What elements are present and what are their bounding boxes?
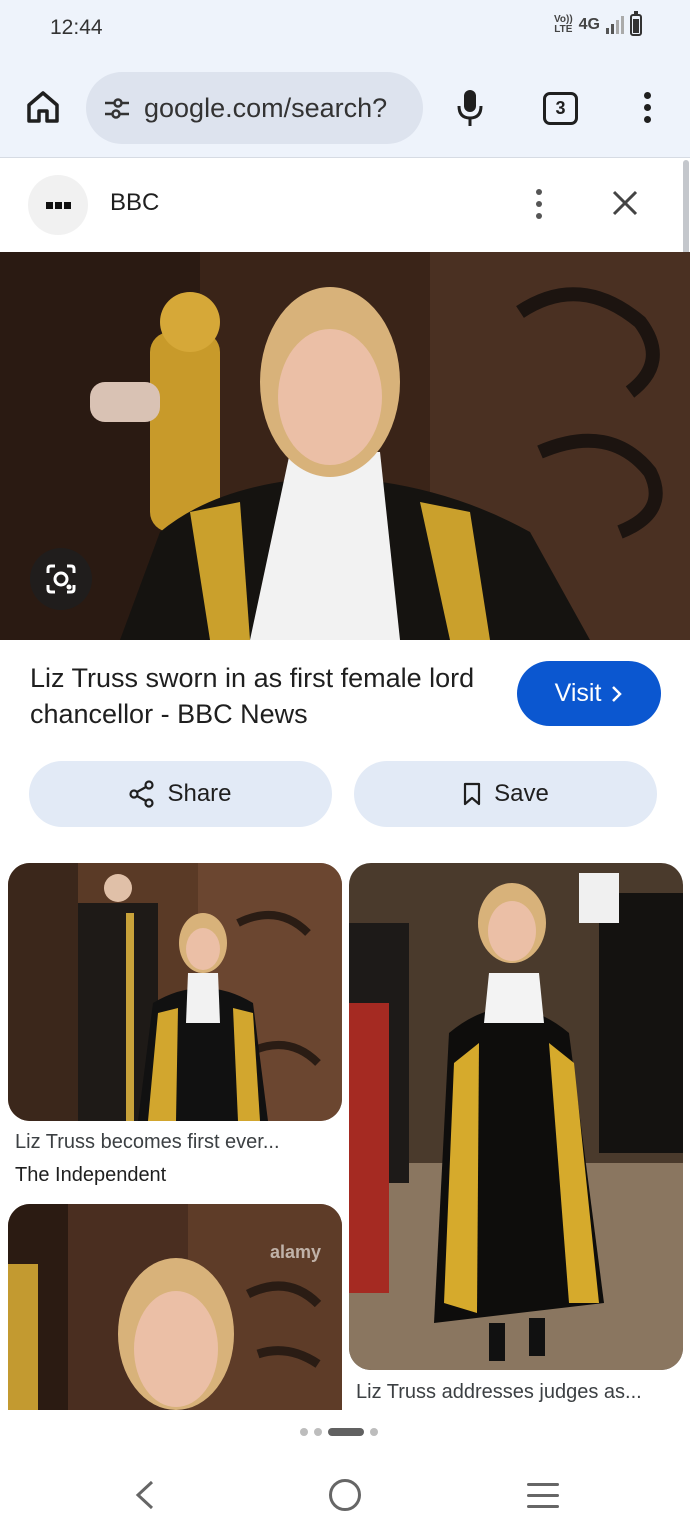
url-text[interactable]: google.com/search? bbox=[144, 93, 387, 124]
status-time: 12:44 bbox=[50, 16, 103, 39]
related-image-3[interactable]: alamy bbox=[8, 1204, 342, 1410]
mic-icon[interactable] bbox=[455, 88, 485, 128]
result-title[interactable]: Liz Truss sworn in as first female lord … bbox=[30, 660, 480, 732]
back-icon[interactable] bbox=[130, 1478, 160, 1512]
carousel-dots bbox=[300, 1428, 378, 1436]
related-source-1: The Independent bbox=[15, 1164, 167, 1186]
save-label: Save bbox=[494, 780, 549, 807]
share-button[interactable]: Share bbox=[29, 761, 332, 827]
home-icon[interactable] bbox=[26, 90, 60, 124]
related-caption-2[interactable]: Liz Truss addresses judges as... bbox=[356, 1381, 642, 1404]
system-nav-bar bbox=[0, 1458, 690, 1533]
related-image-1[interactable] bbox=[8, 863, 342, 1121]
battery-icon bbox=[630, 11, 642, 36]
watermark-text: alamy bbox=[270, 1242, 321, 1262]
save-button[interactable]: Save bbox=[354, 761, 657, 827]
related-caption-1[interactable]: Liz Truss becomes first ever... bbox=[15, 1131, 280, 1154]
recent-apps-icon[interactable] bbox=[527, 1483, 559, 1509]
chevron-right-icon bbox=[612, 685, 623, 702]
close-icon[interactable] bbox=[608, 186, 642, 220]
share-icon bbox=[129, 780, 155, 808]
lens-search-icon[interactable] bbox=[30, 548, 92, 610]
volte-icon: Vo)) LTE bbox=[553, 14, 573, 35]
more-options-icon[interactable] bbox=[534, 189, 544, 223]
site-settings-icon[interactable] bbox=[102, 93, 132, 123]
bookmark-icon bbox=[464, 782, 481, 806]
home-nav-icon[interactable] bbox=[329, 1479, 361, 1511]
source-logo bbox=[28, 175, 88, 235]
tab-switcher-button[interactable]: 3 bbox=[543, 92, 578, 125]
visit-button[interactable]: Visit bbox=[517, 661, 661, 726]
browser-menu-icon[interactable] bbox=[640, 92, 654, 126]
status-icons: Vo)) LTE 4G bbox=[553, 11, 642, 36]
status-bar: 12:44 Vo)) LTE 4G bbox=[0, 0, 690, 60]
main-result-image[interactable] bbox=[0, 252, 690, 640]
network-type: 4G bbox=[578, 16, 600, 33]
source-name: BBC bbox=[110, 189, 160, 216]
related-image-2[interactable] bbox=[349, 863, 683, 1370]
visit-label: Visit bbox=[554, 679, 602, 707]
source-header: BBC bbox=[0, 159, 690, 251]
share-label: Share bbox=[167, 780, 232, 807]
signal-icon bbox=[606, 16, 624, 34]
url-bar[interactable]: google.com/search? bbox=[86, 72, 423, 144]
browser-toolbar: google.com/search? 3 bbox=[0, 60, 690, 158]
